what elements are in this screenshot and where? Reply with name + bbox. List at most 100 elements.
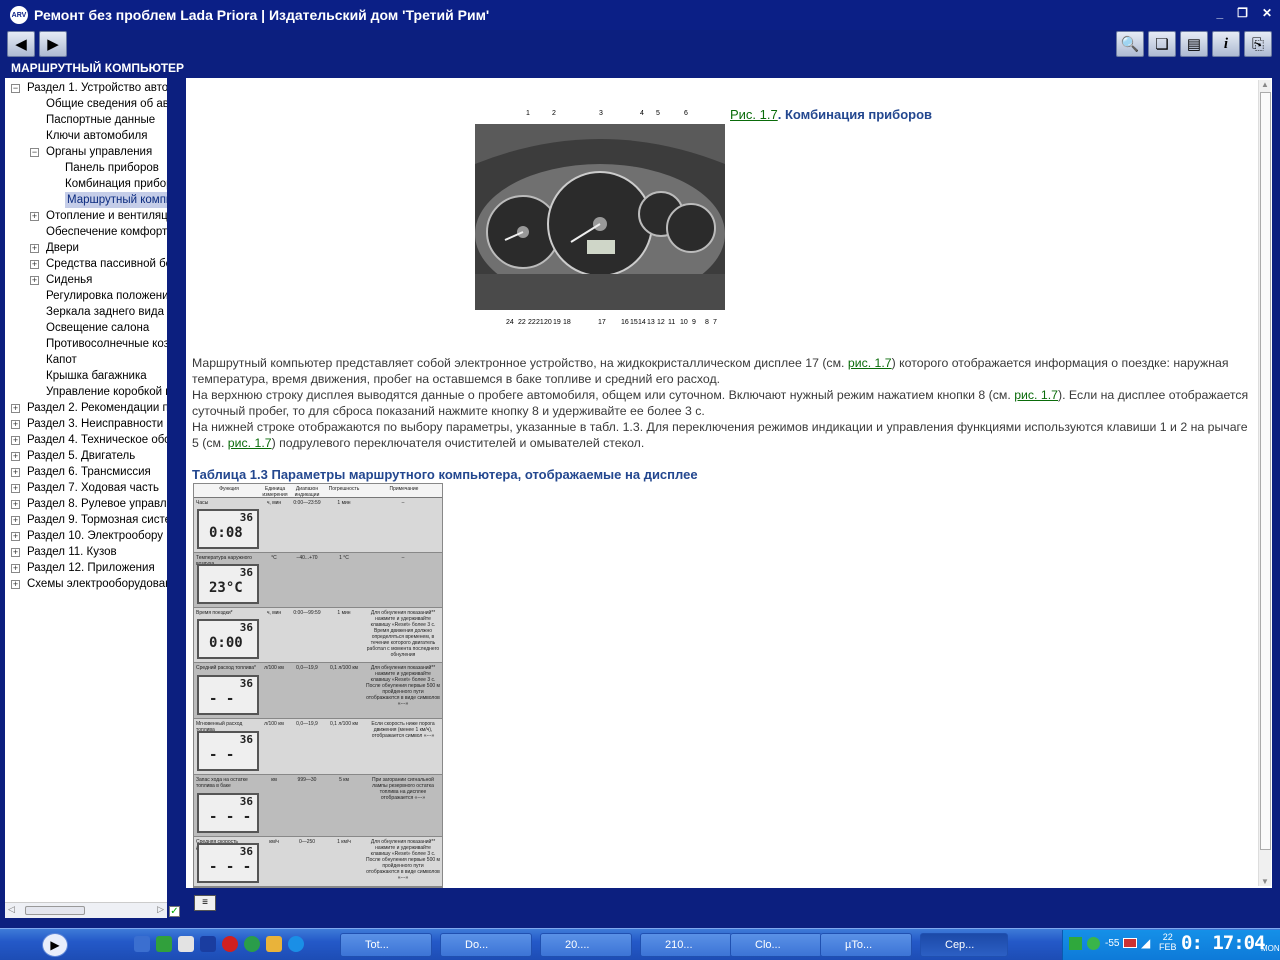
tree-item[interactable]: Капот xyxy=(46,352,77,368)
taskbar-button[interactable]: µTo... xyxy=(820,933,912,957)
tree-item[interactable]: Противосолнечные коз xyxy=(46,336,167,352)
info-button[interactable]: i xyxy=(1212,31,1240,57)
expand-icon[interactable]: + xyxy=(11,420,20,429)
taskbar-button[interactable]: Tot... xyxy=(340,933,432,957)
tree-item[interactable]: Средства пассивной бе xyxy=(46,256,167,272)
tree-item[interactable]: Раздел 10. Электрообору xyxy=(27,528,163,544)
play-button[interactable]: ▶ xyxy=(42,933,68,957)
menu-button[interactable]: ≡ xyxy=(194,895,216,911)
content-vertical-scrollbar[interactable]: ▲ ▼ xyxy=(1258,80,1271,886)
tree-item[interactable]: Панель приборов xyxy=(65,160,159,176)
opera-icon[interactable] xyxy=(222,936,238,952)
expand-icon[interactable]: + xyxy=(11,468,20,477)
gear-icon[interactable] xyxy=(156,936,172,952)
tree-item[interactable]: Отопление и вентиляци xyxy=(46,208,167,224)
tree-item[interactable]: Раздел 8. Рулевое управле xyxy=(27,496,167,512)
expand-icon[interactable]: + xyxy=(11,404,20,413)
tree-item[interactable]: Схемы электрооборудован xyxy=(27,576,167,592)
tree-item[interactable]: Органы управления xyxy=(46,144,152,160)
tree-item[interactable]: Раздел 5. Двигатель xyxy=(27,448,135,464)
windows-button[interactable]: ❏ xyxy=(1148,31,1176,57)
tree-item[interactable]: Маршрутный компь xyxy=(65,192,167,208)
taskbar-button[interactable]: 210... xyxy=(640,933,732,957)
scroll-thumb[interactable] xyxy=(1260,92,1271,850)
table-row: Средний расход топлива* л/100 км 0,0—19,9 0… xyxy=(194,663,442,719)
callout-number: 4 xyxy=(640,110,644,117)
tree-item[interactable]: Раздел 1. Устройство авто xyxy=(27,80,167,96)
tree-item[interactable]: Общие сведения об авт xyxy=(46,96,167,112)
scroll-thumb[interactable] xyxy=(25,906,85,915)
tree-item[interactable]: Управление коробкой п xyxy=(46,384,167,400)
tree-item[interactable]: Раздел 4. Техническое обс xyxy=(27,432,167,448)
tree-item[interactable]: Раздел 12. Приложения xyxy=(27,560,155,576)
tree-item[interactable]: Раздел 7. Ходовая часть xyxy=(27,480,159,496)
tree-item[interactable]: Паспортные данные xyxy=(46,112,155,128)
expand-icon[interactable]: + xyxy=(11,484,20,493)
taskbar-button[interactable]: Clo... xyxy=(730,933,822,957)
minimize-icon[interactable]: _ xyxy=(1216,6,1223,20)
expand-icon[interactable]: + xyxy=(11,548,20,557)
p1-figure-link[interactable]: рис. 1.7 xyxy=(848,356,892,370)
tree-item[interactable]: Раздел 11. Кузов xyxy=(27,544,117,560)
table-cell-unit: л/100 км xyxy=(264,665,284,671)
network-icon[interactable] xyxy=(1069,937,1082,950)
table-cell-unit: км xyxy=(271,777,277,783)
exit-button[interactable]: ⎘ xyxy=(1244,31,1272,57)
expand-icon[interactable]: + xyxy=(11,500,20,509)
clock-time[interactable]: 0: 17:04 xyxy=(1181,932,1266,954)
utorrent-icon[interactable] xyxy=(1087,937,1100,950)
contents-tree: − Раздел 1. Устройство авто Общие сведения… xyxy=(5,78,167,902)
tree-item[interactable]: Раздел 9. Тормозная систе xyxy=(27,512,167,528)
scroll-up-icon[interactable]: ▲ xyxy=(1261,80,1269,89)
expand-icon[interactable]: + xyxy=(11,452,20,461)
expand-icon[interactable]: + xyxy=(11,580,20,589)
p2-figure-link[interactable]: рис. 1.7 xyxy=(1014,388,1058,402)
tree-item[interactable]: Ключи автомобиля xyxy=(46,128,147,144)
scroll-down-icon[interactable]: ▼ xyxy=(1261,877,1269,886)
tree-item[interactable]: Раздел 6. Трансмиссия xyxy=(27,464,151,480)
tree-item[interactable]: Крышка багажника xyxy=(46,368,147,384)
tree-item[interactable]: Двери xyxy=(46,240,79,256)
restore-icon[interactable]: ❐ xyxy=(1237,6,1248,20)
taskbar-button[interactable]: Do... xyxy=(440,933,532,957)
sync-checkbox[interactable]: ✓ xyxy=(169,906,180,917)
back-button[interactable]: ◀ xyxy=(7,31,35,57)
expand-icon[interactable]: + xyxy=(30,244,39,253)
scroll-left-icon[interactable]: ◁ xyxy=(8,904,15,915)
p3-figure-link[interactable]: рис. 1.7 xyxy=(228,436,272,450)
expand-icon[interactable]: + xyxy=(30,212,39,221)
scroll-right-icon[interactable]: ▷ xyxy=(157,904,164,915)
close-icon[interactable]: ✕ xyxy=(1262,6,1272,20)
folder-icon[interactable] xyxy=(266,936,282,952)
taskbar-button[interactable]: Сер... xyxy=(920,933,1008,957)
globe-icon[interactable] xyxy=(244,936,260,952)
tree-item[interactable]: Раздел 3. Неисправности в xyxy=(27,416,167,432)
save-icon[interactable] xyxy=(134,936,150,952)
tree-item[interactable]: Обеспечение комфорт xyxy=(46,224,167,240)
figure-link[interactable]: Рис. 1.7 xyxy=(730,107,778,122)
volume-icon[interactable]: ◢ xyxy=(1141,936,1150,950)
collapse-icon[interactable]: − xyxy=(30,148,39,157)
document-icon[interactable] xyxy=(178,936,194,952)
expand-icon[interactable]: + xyxy=(11,564,20,573)
expand-icon[interactable]: + xyxy=(30,260,39,269)
tree-item[interactable]: Регулировка положени xyxy=(46,288,167,304)
expand-icon[interactable]: + xyxy=(11,532,20,541)
tree-item[interactable]: Сиденья xyxy=(46,272,92,288)
tree-item[interactable]: Освещение салона xyxy=(46,320,149,336)
ie-icon[interactable] xyxy=(288,936,304,952)
tree-item[interactable]: Комбинация прибор xyxy=(65,176,167,192)
expand-icon[interactable]: + xyxy=(30,276,39,285)
tree-horizontal-scrollbar[interactable]: ◁ ▷ xyxy=(5,902,167,918)
tree-item[interactable]: Зеркала заднего вида xyxy=(46,304,164,320)
flag-icon[interactable] xyxy=(1123,938,1137,948)
print-button[interactable]: ▤ xyxy=(1180,31,1208,57)
taskbar-button[interactable]: 20.... xyxy=(540,933,632,957)
expand-icon[interactable]: + xyxy=(11,436,20,445)
chart-icon[interactable] xyxy=(200,936,216,952)
forward-button[interactable]: ▶ xyxy=(39,31,67,57)
tree-item[interactable]: Раздел 2. Рекомендации п xyxy=(27,400,167,416)
search-button[interactable]: 🔍 xyxy=(1116,31,1144,57)
collapse-icon[interactable]: − xyxy=(11,84,20,93)
expand-icon[interactable]: + xyxy=(11,516,20,525)
